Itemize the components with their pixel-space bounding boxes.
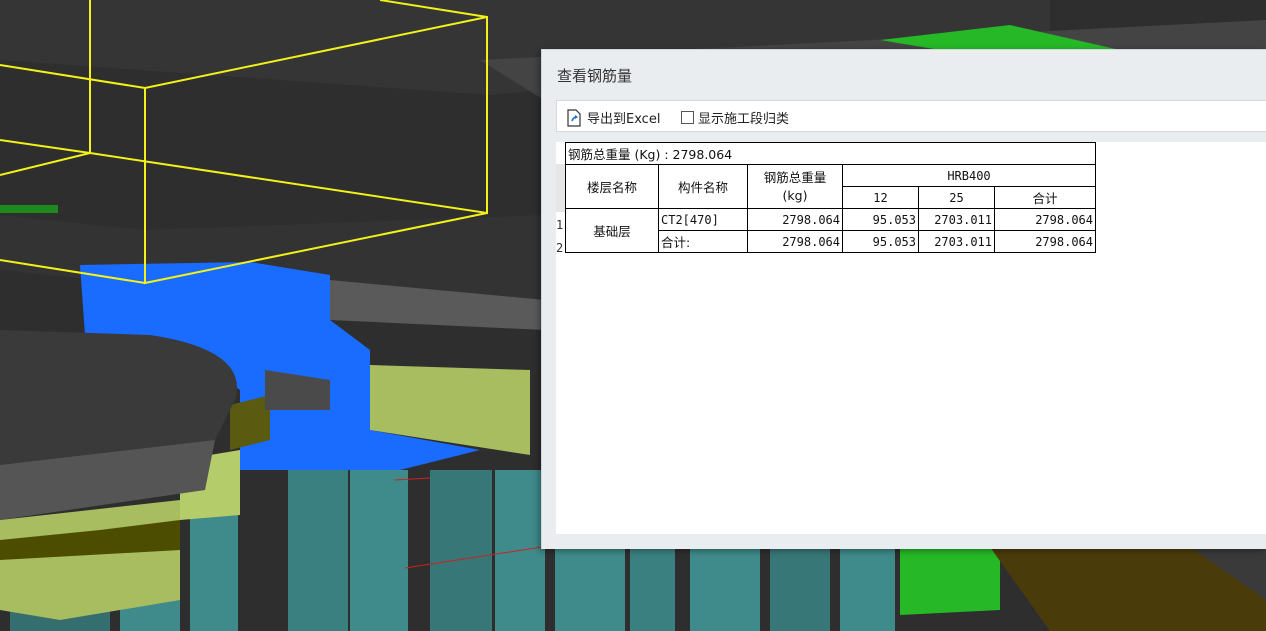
rebar-table: 钢筋总重量 (Kg) : 2798.064 楼层名称 构件名称 钢筋总重量 (k…: [565, 142, 1096, 253]
table-row: 基础层 CT2[470] 2798.064 95.053 2703.011 27…: [565, 208, 1096, 253]
header-component[interactable]: 构件名称: [658, 164, 748, 209]
cell-sum[interactable]: 2798.064: [994, 208, 1096, 231]
rebar-quantity-dialog: 查看钢筋量 导出到Excel 显示施工段归类 1 2 钢筋总重量 (Kg): …: [541, 49, 1266, 549]
total-weight-summary[interactable]: 钢筋总重量 (Kg) : 2798.064: [565, 142, 1096, 165]
rebar-report: 1 2 钢筋总重量 (Kg) : 2798.064 楼层名称 构件名称 钢筋总重…: [556, 142, 1266, 534]
cell-total[interactable]: 2798.064: [747, 230, 843, 253]
show-stage-checkbox[interactable]: 显示施工段归类: [681, 108, 789, 127]
show-stage-label: 显示施工段归类: [698, 112, 790, 127]
cell-d12[interactable]: 95.053: [842, 208, 919, 231]
header-total-weight-line1: 钢筋总重量: [763, 169, 827, 185]
cell-d25[interactable]: 2703.011: [918, 230, 995, 253]
cell-component[interactable]: CT2[470]: [658, 208, 748, 231]
cell-sum[interactable]: 2798.064: [994, 230, 1096, 253]
row-number[interactable]: 2: [556, 237, 565, 260]
export-excel-label: 导出到Excel: [587, 112, 661, 127]
row-number[interactable]: 1: [556, 214, 565, 237]
cell-d25[interactable]: 2703.011: [918, 208, 995, 231]
header-total-weight[interactable]: 钢筋总重量 (kg): [747, 164, 843, 209]
row-number-column: 1 2: [556, 214, 565, 260]
dialog-title: 查看钢筋量: [557, 67, 633, 85]
header-dia-25[interactable]: 25: [918, 186, 995, 209]
cell-component[interactable]: 合计:: [658, 230, 748, 253]
header-dia-12[interactable]: 12: [842, 186, 919, 209]
header-total-weight-line2: (kg): [782, 187, 808, 203]
cell-d12[interactable]: 95.053: [842, 230, 919, 253]
dialog-toolbar: 导出到Excel 显示施工段归类: [556, 100, 1266, 132]
cell-floor[interactable]: 基础层: [565, 208, 659, 253]
header-floor[interactable]: 楼层名称: [565, 164, 659, 209]
export-excel-button[interactable]: 导出到Excel: [565, 108, 660, 127]
header-subtotal[interactable]: 合计: [994, 186, 1096, 209]
checkbox-box[interactable]: [681, 111, 694, 124]
header-grade[interactable]: HRB400: [842, 164, 1096, 187]
cell-total[interactable]: 2798.064: [747, 208, 843, 231]
export-icon: [567, 108, 581, 127]
